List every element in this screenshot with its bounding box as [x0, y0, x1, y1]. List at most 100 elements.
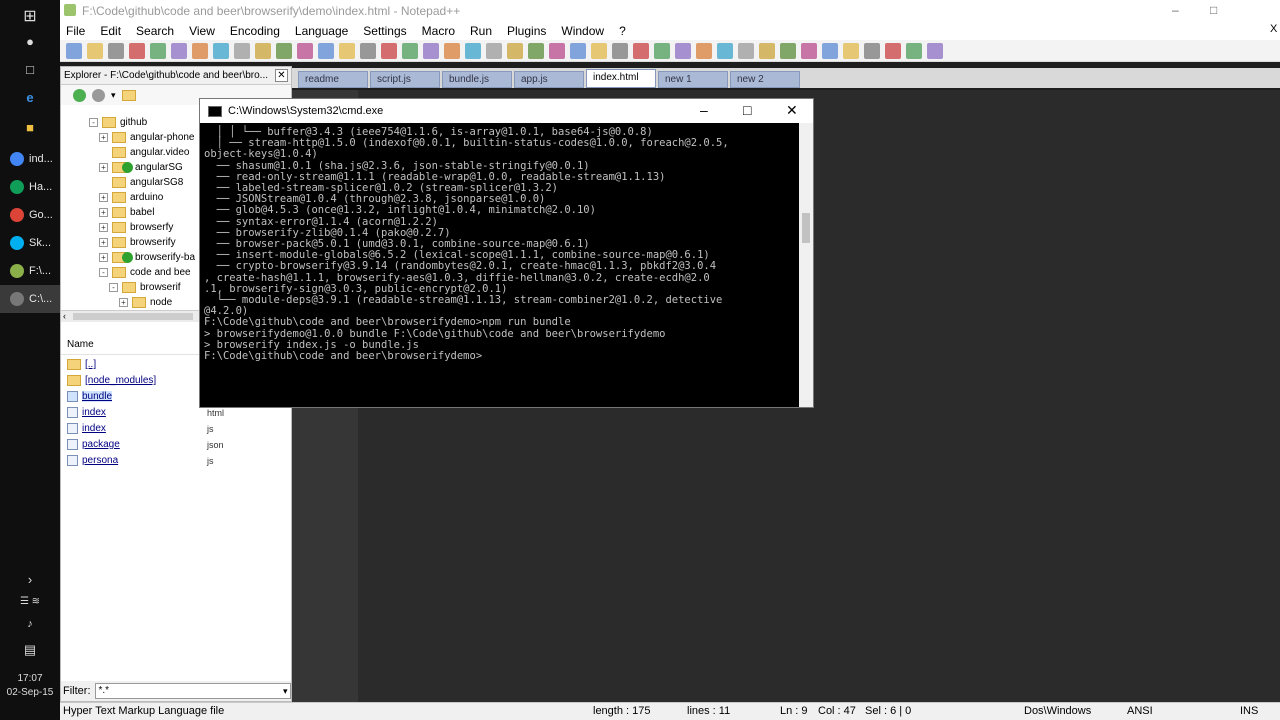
toolbar-icon[interactable] [612, 42, 628, 59]
volume-icon[interactable]: ♪ [0, 618, 60, 630]
document-tab[interactable]: bundle.js [442, 71, 512, 88]
filter-dropdown-icon[interactable]: ▾ [283, 684, 288, 698]
collapse-icon[interactable]: - [99, 268, 108, 277]
menu-item[interactable]: Language [295, 24, 348, 38]
collapse-icon[interactable]: - [109, 283, 118, 292]
cmd-output[interactable]: │ │ └── buffer@3.4.3 (ieee754@1.1.6, is-… [200, 123, 798, 407]
toolbar-icon[interactable] [759, 42, 775, 59]
document-tab[interactable]: new 2 [730, 71, 800, 88]
tree-item[interactable]: + arduino [99, 190, 163, 205]
toolbar-icon[interactable] [507, 42, 523, 59]
taskbar-app-button[interactable]: F:\... [0, 257, 60, 285]
expand-icon[interactable]: + [99, 193, 108, 202]
stop-icon[interactable] [92, 88, 105, 102]
toolbar-icon[interactable] [696, 42, 712, 59]
toolbar-icon[interactable] [570, 42, 586, 59]
dropdown-chevron-icon[interactable]: ▾ [111, 90, 116, 101]
toolbar-icon[interactable] [906, 42, 922, 59]
toolbar-icon[interactable] [885, 42, 901, 59]
toolbar-icon[interactable] [591, 42, 607, 59]
toolbar-icon[interactable] [255, 42, 271, 59]
toolbar-icon[interactable] [465, 42, 481, 59]
cmd-maximize-icon[interactable]: □ [743, 102, 751, 118]
taskbar-app-button[interactable]: Go... [0, 201, 60, 229]
document-tab[interactable]: script.js [370, 71, 440, 88]
status-encoding[interactable]: ANSI [1127, 705, 1153, 717]
tree-item[interactable]: angular.video [99, 145, 190, 160]
start-windows-icon[interactable]: ⊞ [0, 6, 60, 26]
taskbar-app-button[interactable]: ind... [0, 145, 60, 173]
minimize-icon[interactable]: – [1172, 3, 1179, 17]
expand-icon[interactable]: + [99, 163, 108, 172]
cmd-title-bar[interactable]: C:\Windows\System32\cmd.exe – □ ✕ [200, 99, 813, 123]
toolbar-icon[interactable] [843, 42, 859, 59]
edge-icon[interactable]: e [0, 90, 60, 105]
toolbar-icon[interactable] [234, 42, 250, 59]
toolbar-icon[interactable] [822, 42, 838, 59]
tree-item[interactable]: + browserfy [99, 220, 173, 235]
toolbar-icon[interactable] [297, 42, 313, 59]
toolbar-icon[interactable] [738, 42, 754, 59]
tree-item[interactable]: angularSG8 [99, 175, 183, 190]
expand-icon[interactable]: + [99, 253, 108, 262]
notepadpp-title-bar[interactable]: F:\Code\github\code and beer\browserify\… [60, 0, 1280, 22]
toolbar-icon[interactable] [66, 42, 82, 59]
task-view-icon[interactable]: □ [0, 62, 60, 77]
name-column-header[interactable]: Name [67, 339, 94, 350]
toolbar-icon[interactable] [381, 42, 397, 59]
toolbar-icon[interactable] [801, 42, 817, 59]
taskbar-app-button[interactable]: C:\... [0, 285, 60, 313]
file-list-item[interactable]: package json [67, 437, 287, 452]
toolbar-icon[interactable] [654, 42, 670, 59]
cmd-scroll-thumb[interactable] [802, 213, 810, 243]
toolbar-icon[interactable] [339, 42, 355, 59]
expand-icon[interactable]: + [99, 208, 108, 217]
cmd-vertical-scrollbar[interactable] [799, 123, 813, 407]
toolbar-icon[interactable] [150, 42, 166, 59]
menu-item[interactable]: Settings [363, 24, 406, 38]
filter-input[interactable]: *.* ▾ [94, 683, 291, 699]
expand-icon[interactable]: + [99, 133, 108, 142]
tree-item[interactable]: + node [119, 295, 172, 310]
tree-item[interactable]: + browserify-ba [99, 250, 195, 265]
toolbar-icon[interactable] [192, 42, 208, 59]
toolbar-icon[interactable] [927, 42, 943, 59]
document-tab[interactable]: index.html [586, 69, 656, 88]
clock[interactable]: 17:07 02-Sep-15 [0, 672, 60, 700]
toolbar-icon[interactable] [423, 42, 439, 59]
menu-item[interactable]: Run [470, 24, 492, 38]
maximize-icon[interactable]: □ [1210, 3, 1217, 17]
menu-item[interactable]: File [66, 24, 85, 38]
menu-item[interactable]: Macro [422, 24, 455, 38]
document-tab[interactable]: app.js [514, 71, 584, 88]
scroll-left-icon[interactable]: ‹ [63, 311, 66, 321]
expand-icon[interactable]: + [99, 238, 108, 247]
toolbar-icon[interactable] [213, 42, 229, 59]
expand-icon[interactable]: + [99, 223, 108, 232]
file-explorer-icon[interactable]: ■ [0, 120, 60, 135]
cortana-icon[interactable]: ● [0, 34, 60, 49]
status-eol[interactable]: Dos\Windows [1024, 705, 1091, 717]
toolbar-icon[interactable] [780, 42, 796, 59]
toolbar-icon[interactable] [549, 42, 565, 59]
toolbar-icon[interactable] [528, 42, 544, 59]
action-center-icon[interactable]: ▤ [0, 642, 60, 658]
refresh-icon[interactable] [73, 88, 86, 102]
toolbar-icon[interactable] [318, 42, 334, 59]
network-icon[interactable]: ☰ ≋ [0, 596, 60, 607]
toolbar-icon[interactable] [108, 42, 124, 59]
toolbar-icon[interactable] [717, 42, 733, 59]
toolbar-icon[interactable] [129, 42, 145, 59]
tree-item[interactable]: + angularSG [99, 160, 183, 175]
menu-item[interactable]: Window [561, 24, 604, 38]
toolbar-icon[interactable] [444, 42, 460, 59]
cmd-minimize-icon[interactable]: – [700, 102, 708, 118]
tree-item[interactable]: - browserif [109, 280, 181, 295]
document-tab[interactable]: readme [298, 71, 368, 88]
menu-item[interactable]: Search [136, 24, 174, 38]
toolbar-icon[interactable] [360, 42, 376, 59]
taskbar-app-button[interactable]: Sk... [0, 229, 60, 257]
tree-item[interactable]: - github [89, 115, 147, 130]
tree-item[interactable]: + angular-phone [99, 130, 195, 145]
expand-icon[interactable]: + [119, 298, 128, 307]
